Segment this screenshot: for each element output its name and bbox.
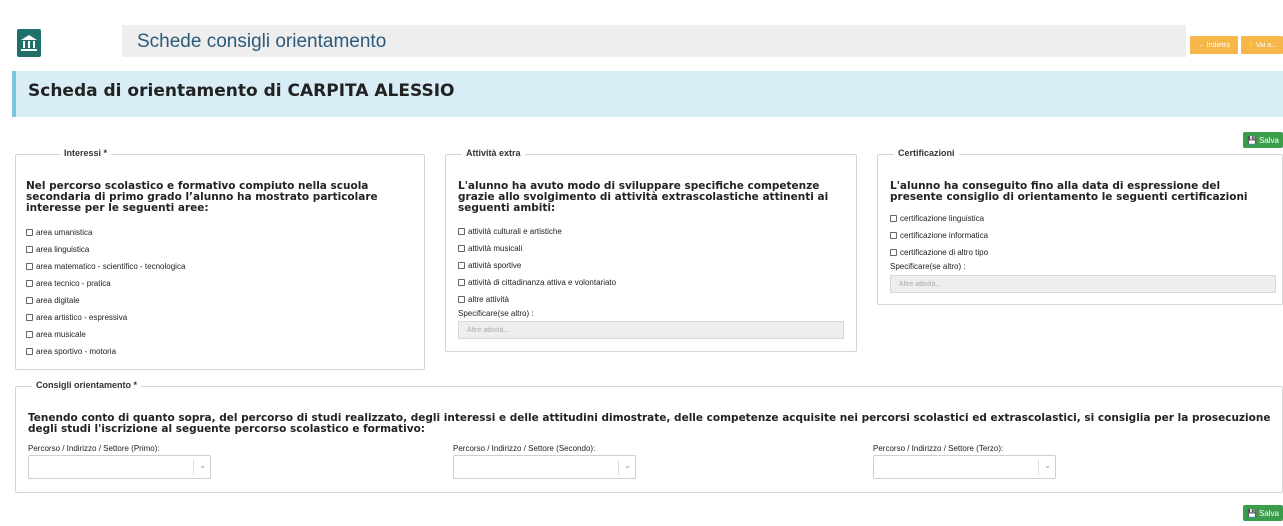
back-button[interactable]: ← Indietro	[1190, 36, 1238, 54]
floppy-disk-icon: 💾	[1247, 508, 1257, 518]
checkbox-box[interactable]	[26, 280, 33, 287]
attivita-specify-input[interactable]: Altre attività...	[458, 321, 844, 339]
goto-button[interactable]: ⚡ Vai a...	[1241, 36, 1283, 54]
bolt-icon: ⚡	[1247, 42, 1256, 49]
save-button-top[interactable]: 💾 Salva	[1243, 132, 1283, 148]
student-heading: Scheda di orientamento di CARPITA ALESSI…	[12, 71, 1283, 117]
chevron-down-icon: ⌄	[199, 461, 206, 470]
checkbox-box[interactable]	[890, 232, 897, 239]
consigli-legend: Consigli orientamento *	[32, 380, 142, 390]
attivita-fieldset: Attività extra L'alunno ha avuto modo di…	[445, 148, 857, 352]
save-button-bottom[interactable]: 💾 Salva	[1243, 505, 1283, 521]
checkbox-attivita-cittadinanza[interactable]: attività di cittadinanza attiva e volont…	[458, 278, 616, 287]
checkbox-box[interactable]	[890, 249, 897, 256]
checkbox-area-artistica[interactable]: area artistico - espressiva	[26, 313, 127, 322]
checkbox-box[interactable]	[26, 331, 33, 338]
attivita-intro: L'alunno ha avuto modo di sviluppare spe…	[458, 180, 829, 214]
checkbox-box[interactable]	[458, 262, 465, 269]
attivita-specify-label: Specificare(se altro) :	[458, 309, 534, 318]
checkbox-attivita-sportive[interactable]: attività sportive	[458, 261, 521, 270]
select-secondo-label: Percorso / Indirizzo / Settore (Secondo)…	[453, 444, 596, 453]
checkbox-box[interactable]	[458, 296, 465, 303]
certificazioni-fieldset: Certificazioni L'alunno ha conseguito fi…	[877, 148, 1283, 305]
certificazioni-intro: L'alunno ha conseguito fino alla data di…	[890, 180, 1248, 203]
page-header: Schede consigli orientamento	[122, 25, 1186, 57]
checkbox-cert-linguistica[interactable]: certificazione linguistica	[890, 214, 984, 223]
select-separator	[618, 460, 619, 475]
checkbox-box[interactable]	[26, 246, 33, 253]
consigli-intro: Tenendo conto di quanto sopra, del perco…	[28, 412, 1271, 435]
select-secondo[interactable]: ⌄	[453, 455, 636, 479]
consigli-fieldset: Consigli orientamento * Tenendo conto di…	[15, 380, 1283, 493]
floppy-disk-icon: 💾	[1247, 135, 1257, 145]
checkbox-cert-altro[interactable]: certificazione di altro tipo	[890, 248, 988, 257]
select-separator	[193, 460, 194, 475]
student-title: Scheda di orientamento di CARPITA ALESSI…	[28, 81, 455, 101]
checkbox-area-digitale[interactable]: area digitale	[26, 296, 80, 305]
cert-specify-label: Specificare(se altro) :	[890, 262, 966, 271]
checkbox-altre-attivita[interactable]: altre attività	[458, 295, 509, 304]
arrow-left-icon: ←	[1197, 41, 1207, 49]
checkbox-area-umanistica[interactable]: area umanistica	[26, 228, 92, 237]
checkbox-box[interactable]	[26, 297, 33, 304]
chevron-down-icon: ⌄	[1044, 461, 1051, 470]
school-logo-icon	[17, 29, 41, 57]
checkbox-area-matematica[interactable]: area matematico - scientifico - tecnolog…	[26, 262, 185, 271]
checkbox-box[interactable]	[458, 245, 465, 252]
interessi-fieldset: Interessi * Nel percorso scolastico e fo…	[15, 148, 425, 370]
select-primo-label: Percorso / Indirizzo / Settore (Primo):	[28, 444, 160, 453]
checkbox-attivita-culturali[interactable]: attività culturali e artistiche	[458, 227, 562, 236]
select-terzo-label: Percorso / Indirizzo / Settore (Terzo):	[873, 444, 1004, 453]
checkbox-area-linguistica[interactable]: area linguistica	[26, 245, 89, 254]
certificazioni-legend: Certificazioni	[894, 148, 959, 158]
cert-specify-input[interactable]: Altre attività...	[890, 275, 1276, 293]
checkbox-area-tecnica[interactable]: area tecnico - pratica	[26, 279, 111, 288]
checkbox-box[interactable]	[26, 314, 33, 321]
checkbox-cert-informatica[interactable]: certificazione informatica	[890, 231, 988, 240]
attivita-legend: Attività extra	[462, 148, 525, 158]
checkbox-attivita-musicali[interactable]: attività musicali	[458, 244, 522, 253]
checkbox-area-sportiva[interactable]: area sportivo - motoria	[26, 347, 116, 356]
select-separator	[1038, 460, 1039, 475]
checkbox-box[interactable]	[26, 229, 33, 236]
interessi-intro: Nel percorso scolastico e formativo comp…	[26, 180, 378, 214]
select-primo[interactable]: ⌄	[28, 455, 211, 479]
page-title: Schede consigli orientamento	[137, 31, 387, 52]
checkbox-box[interactable]	[458, 228, 465, 235]
checkbox-box[interactable]	[458, 279, 465, 286]
select-terzo[interactable]: ⌄	[873, 455, 1056, 479]
checkbox-box[interactable]	[890, 215, 897, 222]
checkbox-box[interactable]	[26, 348, 33, 355]
checkbox-area-musicale[interactable]: area musicale	[26, 330, 86, 339]
interessi-legend: Interessi *	[60, 148, 112, 158]
chevron-down-icon: ⌄	[624, 461, 631, 470]
checkbox-box[interactable]	[26, 263, 33, 270]
